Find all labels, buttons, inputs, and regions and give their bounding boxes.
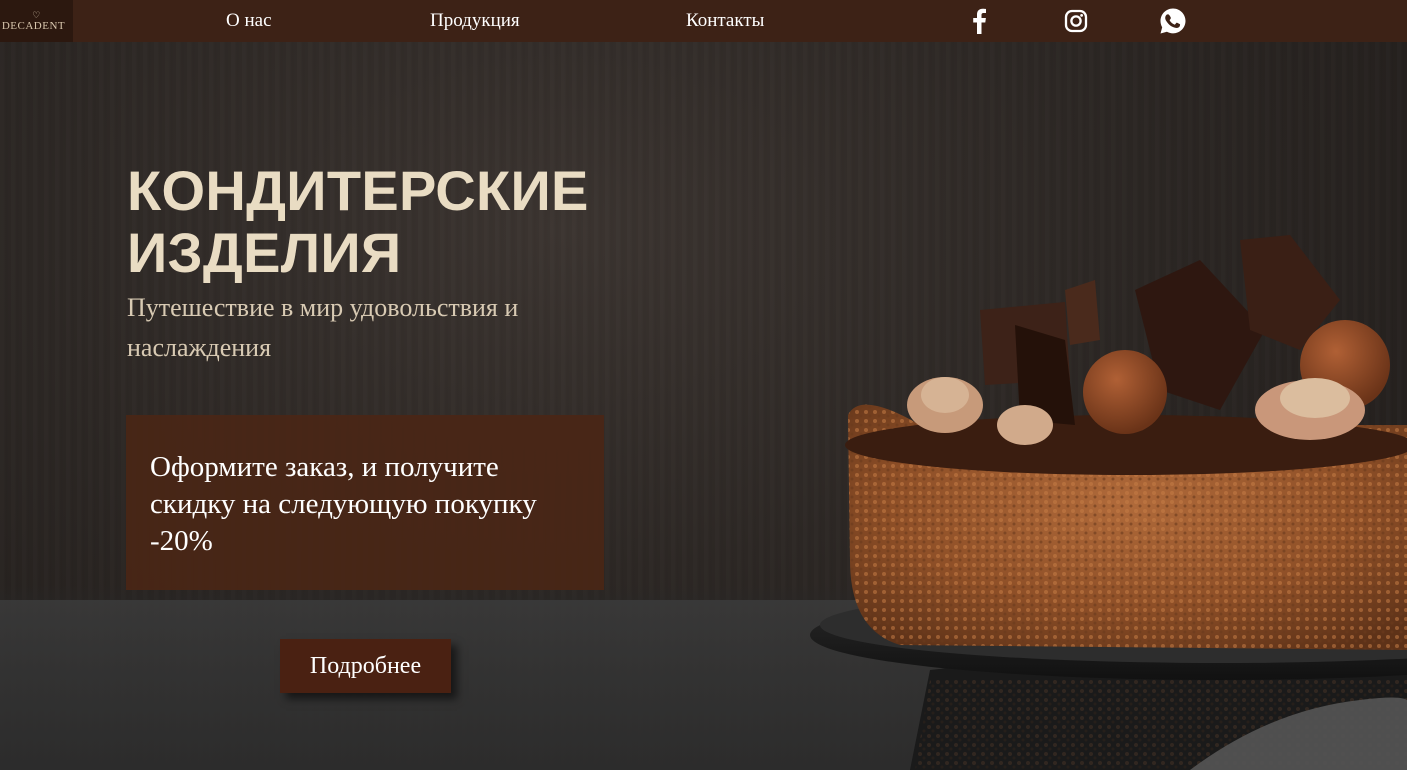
promo-box: Оформите заказ, и получите скидку на сле… <box>126 415 604 590</box>
whatsapp-icon[interactable] <box>1159 7 1187 35</box>
promo-text: Оформите заказ, и получите скидку на сле… <box>150 451 537 557</box>
nav-link-contacts[interactable]: Контакты <box>686 10 764 32</box>
hero-subtitle: Путешествие в мир удовольствия и наслажд… <box>127 293 519 362</box>
nav-link-about[interactable]: О нас <box>226 10 272 32</box>
logo-text: DECADENT <box>1 19 66 32</box>
instagram-icon[interactable] <box>1062 7 1090 35</box>
hero-title: КОНДИТЕРСКИЕ ИЗДЕЛИЯ <box>127 159 589 284</box>
logo[interactable]: ♡ DECADENT <box>0 0 73 42</box>
logo-heart-icon: ♡ <box>32 9 41 20</box>
top-navigation: ♡ DECADENT О нас Продукция Контакты <box>0 0 1407 42</box>
facebook-icon[interactable] <box>965 7 993 35</box>
chocolate-cake-image <box>800 220 1407 770</box>
nav-link-products[interactable]: Продукция <box>430 10 520 32</box>
more-button[interactable]: Подробнее <box>280 639 451 693</box>
